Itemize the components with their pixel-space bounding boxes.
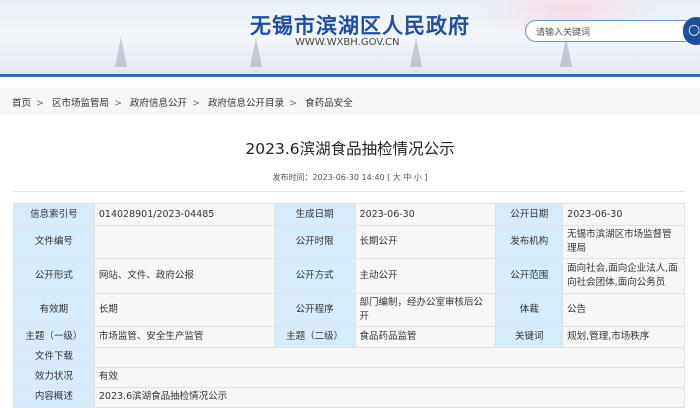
field-value: 长期公开 [354, 225, 497, 259]
table-row: 信息索引号 014028901/2023-04485 生成日期 2023-06-30 公… [13, 203, 685, 226]
field-label: 生成日期 [273, 203, 356, 226]
header-divider [0, 74, 700, 77]
publish-info: 发布时间：2023-06-30 14:40 [ 大 中 小 ] [0, 172, 700, 183]
field-label: 公开日期 [495, 203, 564, 226]
breadcrumb-home[interactable]: 首页 [12, 98, 31, 109]
boat-decoration [410, 37, 422, 67]
search-icon[interactable]: ○ [683, 17, 700, 45]
field-value: 主动公开 [354, 258, 497, 294]
field-label: 主题（二级） [273, 325, 356, 348]
field-label: 文件下载 [13, 346, 95, 368]
font-large-button[interactable]: 大 [393, 173, 401, 182]
field-label: 公开形式 [13, 258, 95, 294]
field-label: 发布机构 [495, 225, 564, 259]
field-label: 效力状况 [13, 366, 95, 388]
field-value: 2023-06-30 [562, 203, 685, 226]
field-label: 公开时限 [273, 225, 356, 259]
field-label: 内容概述 [13, 386, 95, 408]
font-small-button[interactable]: 小 [414, 173, 422, 182]
field-value: 部门编制，经办公室审核后公开 [354, 293, 497, 327]
field-value [93, 346, 686, 368]
field-value [93, 225, 275, 259]
field-label: 主题（一级） [13, 325, 95, 348]
divider [13, 191, 685, 192]
field-value: 食品药品监管 [354, 325, 497, 348]
table-row: 有效期 长期 公开程序 部门编制，经办公室审核后公开 体裁 公告 [13, 293, 685, 327]
breadcrumb-item[interactable]: 区市场监管局 [52, 98, 109, 109]
field-value: 公告 [562, 293, 685, 327]
table-row: 公开形式 网站、文件、政府公报 公开方式 主动公开 公开范围 面向社会,面向企业法人,面向… [13, 258, 685, 294]
field-label: 有效期 [13, 293, 95, 327]
boat-decoration [115, 37, 127, 67]
search-input[interactable]: 请输入关键词 [525, 20, 695, 42]
table-row: 效力状况 有效 [13, 366, 686, 388]
boat-decoration [250, 37, 262, 67]
publish-label: 发布时间： [272, 173, 313, 182]
field-value: 长期 [93, 293, 275, 327]
field-label: 关键词 [495, 325, 564, 348]
breadcrumb-item[interactable]: 食药品安全 [305, 98, 353, 109]
field-value: 网站、文件、政府公报 [93, 258, 275, 294]
field-value: 有效 [93, 366, 686, 388]
table-row: 主题（一级） 市场监管、安全生产监管 主题（二级） 食品药品监管 关键词 规划,管理,市场… [13, 325, 685, 348]
font-size-bracket: ] [424, 173, 428, 182]
field-value: 面向社会,面向企业法人,面向社会团体,面向公务员 [562, 258, 685, 294]
field-label: 文件编号 [13, 225, 95, 259]
site-url: WWW.WXBH.GOV.CN [295, 37, 400, 48]
table-row: 文件编号 公开时限 长期公开 发布机构 无锡市滨湖区市场监督管理局 [13, 225, 685, 259]
font-size-bracket: [ [387, 173, 391, 182]
breadcrumb-item[interactable]: 政府信息公开 [130, 98, 187, 109]
field-value: 市场监管、安全生产监管 [93, 325, 275, 348]
field-label: 公开方式 [273, 258, 356, 294]
table-row: 内容概述 2023.6滨湖食品抽检情况公示 [13, 386, 686, 408]
field-value: 2023.6滨湖食品抽检情况公示 [93, 386, 686, 408]
field-label: 公开程序 [273, 293, 356, 327]
metadata-table: 信息索引号 014028901/2023-04485 生成日期 2023-06-30 公… [13, 203, 686, 408]
article-title: 2023.6滨湖食品抽检情况公示 [245, 140, 455, 158]
field-label: 体裁 [495, 293, 564, 327]
site-header: 无锡市滨湖区人民政府 WWW.WXBH.GOV.CN 请输入关键词 ○ [0, 0, 700, 75]
field-value: 2023-06-30 [354, 203, 497, 226]
breadcrumb-item[interactable]: 政府信息公开目录 [208, 98, 284, 109]
breadcrumb: 首页 > 区市场监管局 > 政府信息公开 > 政府信息公开目录 > 食药品安全 [0, 88, 700, 115]
font-medium-button[interactable]: 中 [403, 173, 411, 182]
publish-time: 2023-06-30 14:40 [312, 173, 385, 182]
field-value: 无锡市滨湖区市场监督管理局 [562, 225, 685, 259]
site-title[interactable]: 无锡市滨湖区人民政府 [250, 10, 470, 40]
field-label: 公开范围 [495, 258, 564, 294]
field-value: 规划,管理,市场秩序 [562, 325, 685, 348]
field-label: 信息索引号 [13, 203, 95, 226]
field-value: 014028901/2023-04485 [93, 203, 275, 226]
table-row: 文件下载 [13, 346, 686, 368]
